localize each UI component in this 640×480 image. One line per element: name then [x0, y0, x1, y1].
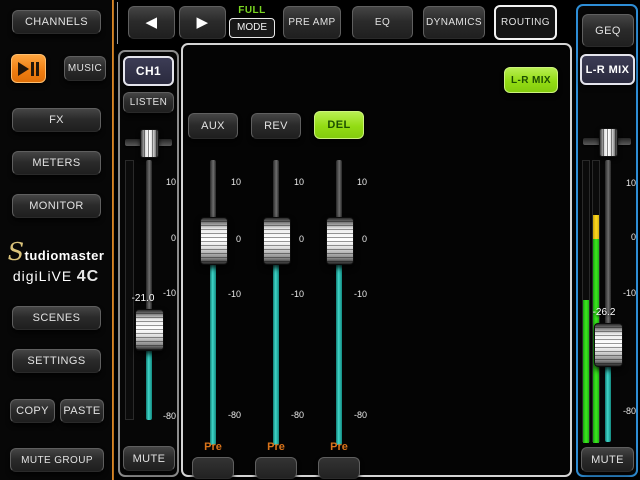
- master-meter-left: [582, 160, 590, 442]
- tab-eq[interactable]: EQ: [352, 6, 413, 39]
- tab-routing[interactable]: ROUTING: [494, 5, 557, 40]
- send-column-aux: AUX 10 0 -10 -80 Pre: [183, 45, 243, 479]
- tab-dynamics[interactable]: DYNAMICS: [423, 6, 485, 39]
- scale-tick: -80: [347, 410, 367, 421]
- send-column-del: DEL 10 0 -10 -80 Pre: [309, 45, 369, 479]
- brand-name: Studiomaster: [6, 238, 106, 266]
- send-fader-track-lower: [210, 240, 216, 445]
- channel-strip-ch1: CH1 LISTEN -21.0 10 0 -10 -80 MUTE: [118, 50, 179, 477]
- toolbar-edge-line: [117, 2, 118, 44]
- scale-tick: -10: [347, 289, 367, 300]
- scale-tick: -80: [616, 406, 636, 417]
- sidebar-divider: [112, 0, 114, 480]
- scale-tick: -10: [616, 288, 636, 299]
- scale-tick: 0: [156, 233, 176, 244]
- product-logo: digiLiVE: [13, 268, 72, 284]
- master-strip: GEQ L-R MIX -26.2 10 0 -10 -80 MUTE: [576, 4, 638, 477]
- product-model: 4C: [77, 268, 99, 285]
- send-tap-label: Pre: [183, 441, 243, 453]
- sidebar-item-music[interactable]: MUSIC: [64, 56, 106, 81]
- scale-tick: -10: [284, 289, 304, 300]
- scale-tick: -10: [221, 289, 241, 300]
- send-fader-track-lower: [336, 240, 342, 445]
- scale-tick: -80: [156, 411, 176, 422]
- master-mute-button[interactable]: MUTE: [581, 447, 634, 472]
- play-pause-button[interactable]: [11, 54, 46, 83]
- lr-mix-assign-button[interactable]: L-R MIX: [504, 67, 558, 93]
- sidebar-item-scenes[interactable]: SCENES: [12, 306, 101, 330]
- send-value-box[interactable]: [318, 457, 360, 479]
- send-fader-track-lower: [273, 240, 279, 445]
- scale-tick: 10: [156, 177, 176, 188]
- listen-button[interactable]: LISTEN: [123, 92, 174, 113]
- channel-pan-knob[interactable]: [140, 129, 159, 158]
- send-column-rev: REV 10 0 -10 -80 Pre: [246, 45, 306, 479]
- scale-tick: -80: [284, 410, 304, 421]
- scale-tick: -80: [221, 410, 241, 421]
- mode-button[interactable]: MODE: [229, 18, 275, 38]
- send-value-box[interactable]: [255, 457, 297, 479]
- scale-tick: -10: [156, 288, 176, 299]
- send-bus-button-rev[interactable]: REV: [251, 113, 301, 139]
- sidebar-item-settings[interactable]: SETTINGS: [12, 349, 101, 373]
- scale-tick: 0: [221, 234, 241, 245]
- channel-name-button[interactable]: CH1: [123, 56, 174, 86]
- channel-fader-knob[interactable]: [135, 309, 164, 351]
- copy-button[interactable]: COPY: [10, 399, 55, 423]
- send-bus-button-del[interactable]: DEL: [314, 111, 364, 139]
- mode-selector[interactable]: FULL MODE: [229, 3, 275, 43]
- play-pause-icon: [18, 62, 39, 76]
- scale-tick: 0: [347, 234, 367, 245]
- send-tap-label: Pre: [246, 441, 306, 453]
- prev-channel-button[interactable]: ◀: [128, 6, 175, 39]
- right-arrow-icon: ▶: [197, 15, 209, 30]
- routing-panel: L-R MIX AUX 10 0 -10 -80 Pre REV 10: [181, 43, 572, 477]
- send-bus-button-aux[interactable]: AUX: [188, 113, 238, 139]
- brand-logo: Studiomaster digiLiVE 4C: [6, 238, 106, 286]
- channel-mute-button[interactable]: MUTE: [123, 446, 175, 471]
- scale-tick: 10: [221, 177, 241, 188]
- master-meter-right: [592, 160, 600, 442]
- next-channel-button[interactable]: ▶: [179, 6, 226, 39]
- master-name-button[interactable]: L-R MIX: [580, 54, 635, 85]
- geq-button[interactable]: GEQ: [582, 14, 634, 47]
- sidebar-item-channels[interactable]: CHANNELS: [12, 10, 101, 34]
- send-value-box[interactable]: [192, 457, 234, 479]
- sidebar-item-monitor[interactable]: MONITOR: [12, 194, 101, 218]
- scale-tick: 10: [284, 177, 304, 188]
- master-pan-knob[interactable]: [599, 128, 618, 157]
- master-fader-value: -26.2: [584, 307, 624, 318]
- mixer-screen: CHANNELS MUSIC FX METERS MONITOR Studiom…: [0, 0, 640, 480]
- scale-tick: 0: [284, 234, 304, 245]
- send-tap-label: Pre: [309, 441, 369, 453]
- mode-state-label: FULL: [229, 3, 275, 17]
- scale-tick: 10: [616, 178, 636, 189]
- sidebar: CHANNELS MUSIC FX METERS MONITOR Studiom…: [0, 0, 112, 480]
- scale-tick: 0: [616, 232, 636, 243]
- sidebar-item-fx[interactable]: FX: [12, 108, 101, 132]
- sidebar-item-meters[interactable]: METERS: [12, 151, 101, 175]
- paste-button[interactable]: PASTE: [60, 399, 104, 423]
- master-fader-knob[interactable]: [594, 323, 623, 367]
- mute-group-button[interactable]: MUTE GROUP: [10, 448, 104, 472]
- scale-tick: 10: [347, 177, 367, 188]
- tab-pre-amp[interactable]: PRE AMP: [283, 6, 341, 39]
- channel-meter: [125, 160, 134, 420]
- left-arrow-icon: ◀: [146, 15, 158, 30]
